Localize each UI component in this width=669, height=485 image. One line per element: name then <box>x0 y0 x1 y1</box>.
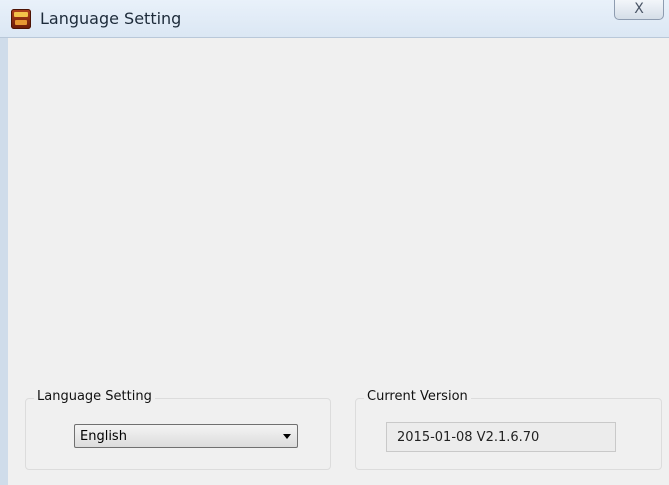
window-title: Language Setting <box>40 9 182 28</box>
language-setting-group: Language Setting English <box>25 389 331 470</box>
language-dropdown-value: English <box>80 429 127 444</box>
app-logo-icon <box>11 9 31 29</box>
current-version-group: Current Version 2015-01-08 V2.1.6.70 <box>355 389 662 470</box>
language-setting-label: Language Setting <box>34 389 155 404</box>
language-setting-window: Language Setting X Language Setting Engl… <box>0 0 669 485</box>
version-value: 2015-01-08 V2.1.6.70 <box>397 430 540 445</box>
language-dropdown[interactable]: English <box>74 424 298 448</box>
client-area: Language Setting English Current Version… <box>8 38 669 485</box>
version-field: 2015-01-08 V2.1.6.70 <box>386 422 616 452</box>
close-icon: X <box>634 1 644 17</box>
close-button[interactable]: X <box>614 0 664 20</box>
current-version-label: Current Version <box>364 389 471 404</box>
chevron-down-icon <box>283 434 291 439</box>
title-bar: Language Setting X <box>0 0 669 38</box>
